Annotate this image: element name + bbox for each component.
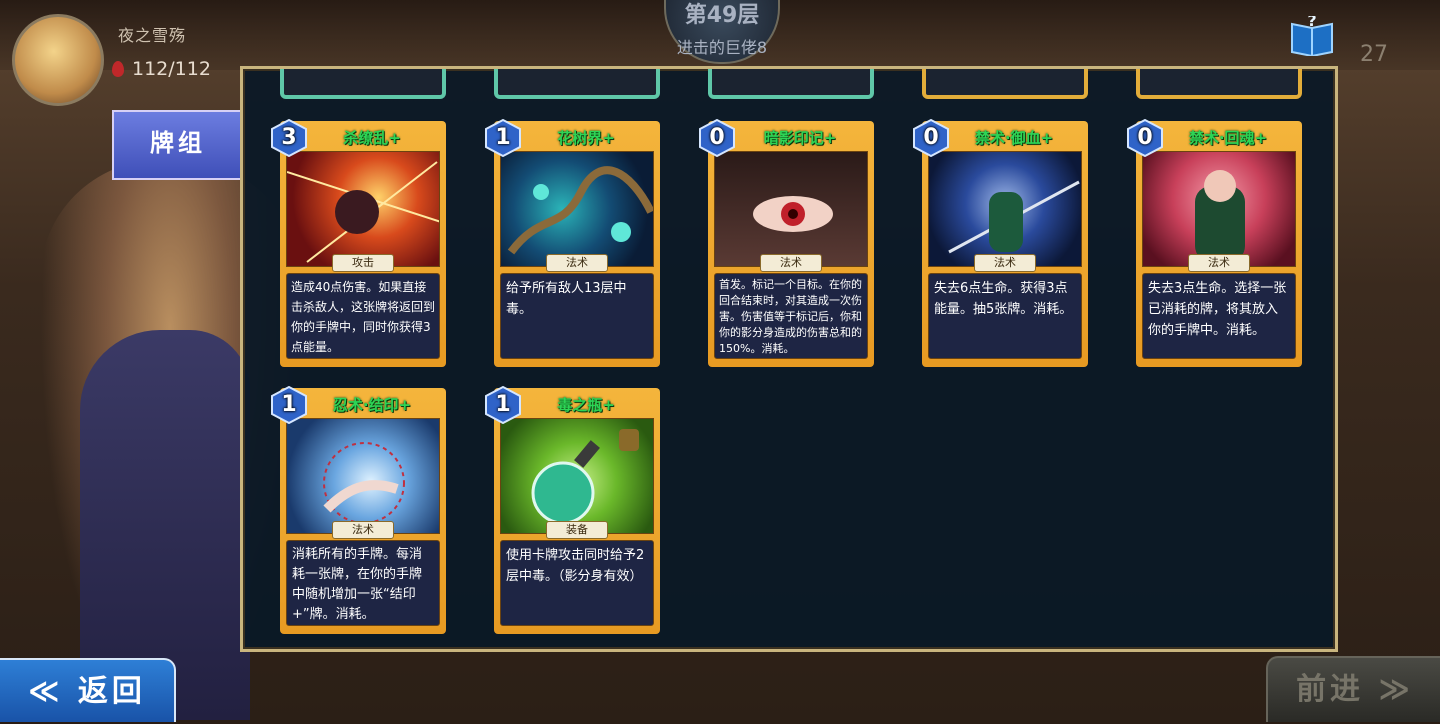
card-art-lines: [1195, 170, 1245, 262]
card-name: 忍术·结印+: [332, 396, 412, 414]
card-description: 消耗所有的手牌。每消耗一张牌，在你的手牌中随机增加一张“结印+”牌。消耗。: [286, 540, 440, 626]
card-cost: 1: [270, 385, 308, 425]
card-name: 禁术·回魂+: [1188, 129, 1268, 147]
card-help-book-icon[interactable]: ?: [1288, 16, 1336, 56]
card-stub-top: [1136, 69, 1302, 99]
card-type: 法术: [1188, 254, 1250, 272]
card-cost: 0: [912, 118, 950, 158]
next-button[interactable]: 前进 ≫: [1266, 656, 1440, 722]
card-description: 给予所有敌人13层中毒。: [500, 273, 654, 359]
card-jin-shu-hui-hun[interactable]: 0 禁术·回魂+ 法术 失去3点生命。选择一张已消耗的牌，将其放入你的手牌中。消…: [1127, 118, 1302, 367]
card-art: [500, 151, 654, 267]
card-name: 杀缭乱+: [343, 129, 401, 147]
card-stub-top: [708, 69, 874, 99]
card-type: 法术: [546, 254, 608, 272]
card-art: [286, 418, 440, 534]
deck-panel: 3 杀缭乱+ 攻击 造成40点伤害。如果直接击杀敌人，这张牌将返回到你的手牌中，…: [240, 66, 1338, 652]
card-art-lines: [753, 196, 833, 232]
card-art: [714, 151, 868, 267]
card-art: [286, 151, 440, 267]
card-description: 失去3点生命。选择一张已消耗的牌，将其放入你的手牌中。消耗。: [1142, 273, 1296, 359]
card-jin-shu-yu-xue[interactable]: 0 禁术·御血+ 法术 失去6点生命。获得3点能量。抽5张牌。消耗。: [913, 118, 1088, 367]
floor-indicator: 第49层 进击的巨佬8: [664, 0, 780, 64]
card-art: [500, 418, 654, 534]
card-stub-top: [494, 69, 660, 99]
card-type: 法术: [332, 521, 394, 539]
player-name: 夜之雪殇: [118, 26, 187, 45]
card-art-lines: [948, 180, 1080, 254]
card-name: 花树界+: [557, 129, 615, 147]
card-cost: 1: [484, 385, 522, 425]
card-type: 法术: [760, 254, 822, 272]
card-cost: 0: [698, 118, 736, 158]
card-name: 禁术·御血+: [974, 129, 1054, 147]
card-stub-top: [280, 69, 446, 99]
card-name: 暗影印记+: [763, 129, 837, 147]
card-art: [1142, 151, 1296, 267]
floor-number: 第49层: [684, 3, 760, 28]
top-right-counter: 27: [1360, 42, 1388, 67]
card-description: 造成40点伤害。如果直接击杀敌人，这张牌将返回到你的手牌中，同时你获得3点能量。: [286, 273, 440, 359]
hp-drop-icon: [112, 61, 124, 77]
card-cost: 1: [484, 118, 522, 158]
back-button[interactable]: ≪ 返回: [0, 658, 176, 722]
card-description: 使用卡牌攻击同时给予2层中毒。（影分身有效）: [500, 540, 654, 626]
card-description: 首发。标记一个目标。在你的回合结束时，对其造成一次伤害。伤害值等于标记后，你和你…: [714, 273, 868, 359]
card-ren-shu-jie-yin[interactable]: 1 忍术·结印+ 法术 消耗所有的手牌。每消耗一张牌，在你的手牌中随机增加一张“…: [271, 385, 446, 634]
card-description: 失去6点生命。获得3点能量。抽5张牌。消耗。: [928, 273, 1082, 359]
card-art-lines: [287, 161, 439, 263]
card-an-ying-yin-ji[interactable]: 0 暗影印记+ 法术 首发。标记一个目标。在你的回合结束时，对其造成一次伤害。伤…: [699, 118, 874, 367]
card-sha-liao-luan[interactable]: 3 杀缭乱+ 攻击 造成40点伤害。如果直接击杀敌人，这张牌将返回到你的手牌中，…: [271, 118, 446, 367]
card-art-lines: [323, 442, 405, 524]
card-stub-top: [922, 69, 1088, 99]
tab-deck[interactable]: 牌组: [112, 110, 244, 180]
floor-title: 进击的巨佬8: [676, 38, 768, 57]
svg-text:?: ?: [1307, 16, 1316, 30]
card-art: [928, 151, 1082, 267]
card-du-zhi-ping[interactable]: 1 毒之瓶+ 装备 使用卡牌攻击同时给予2层中毒。（影分身有效）: [485, 385, 660, 634]
card-cost: 3: [270, 118, 308, 158]
player-hp: 112/112: [112, 58, 211, 80]
hp-value: 112/112: [132, 58, 211, 80]
card-type: 装备: [546, 521, 608, 539]
card-name: 毒之瓶+: [557, 396, 615, 414]
card-art-lines: [531, 429, 639, 525]
player-avatar[interactable]: [12, 14, 104, 106]
card-art-lines: [507, 166, 653, 255]
card-hua-shu-jie[interactable]: 1 花树界+ 法术 给予所有敌人13层中毒。: [485, 118, 660, 367]
card-type: 法术: [974, 254, 1036, 272]
card-cost: 0: [1126, 118, 1164, 158]
card-type: 攻击: [332, 254, 394, 272]
